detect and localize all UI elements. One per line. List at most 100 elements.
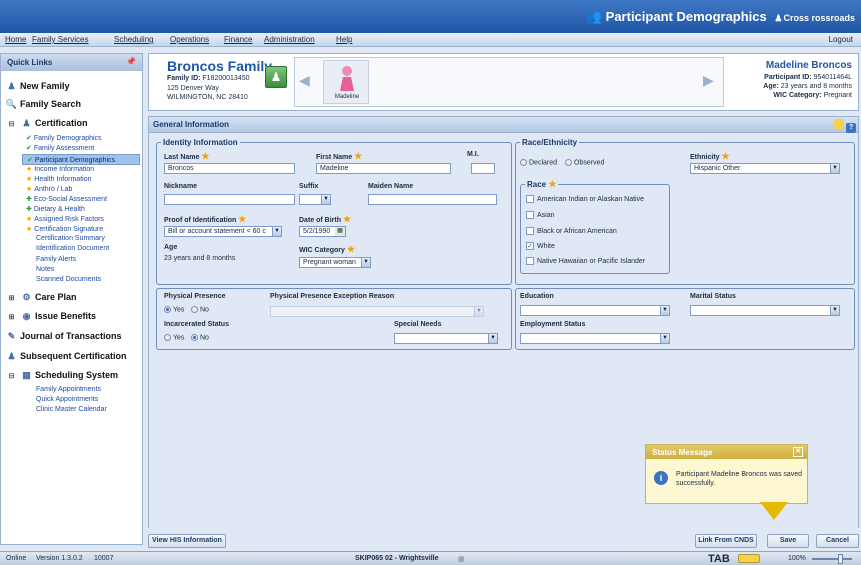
sidebar-item-income-information[interactable]: ★ Income Information — [26, 165, 94, 173]
suffix-select[interactable]: ▼ — [299, 194, 331, 205]
menu-help[interactable]: Help — [336, 35, 352, 44]
sidebar-item-notes[interactable]: Notes — [36, 266, 54, 273]
help-icon[interactable]: ? — [846, 123, 856, 133]
chevron-down-icon[interactable]: ▼ — [660, 306, 669, 315]
declared-radio[interactable]: Declared — [520, 159, 557, 166]
sidebar-item-health-information[interactable]: ★ Health Information — [26, 175, 91, 183]
scroll-left-icon[interactable]: ◀ — [299, 72, 313, 92]
member-card[interactable]: Madeline — [323, 60, 369, 104]
menu-operations[interactable]: Operations — [170, 35, 209, 44]
chevron-down-icon[interactable]: ▼ — [361, 258, 370, 267]
radio-icon — [520, 159, 527, 166]
zoom-slider-handle[interactable] — [838, 554, 843, 564]
issue-benefits-section[interactable]: ⊞ ◉ Issue Benefits — [5, 311, 96, 322]
sidebar-item-dietary-health[interactable]: ✚ Dietary & Health — [26, 205, 85, 213]
chevron-down-icon[interactable]: ▼ — [830, 164, 839, 173]
dob-input[interactable]: 5/2/1990 ▦ — [299, 226, 346, 237]
menu-scheduling[interactable]: Scheduling — [114, 35, 154, 44]
sidebar-item-family-alerts[interactable]: Family Alerts — [36, 256, 76, 263]
sidebar-item-family-demographics[interactable]: ✔ Family Demographics — [26, 134, 102, 142]
menu-administration[interactable]: Administration — [264, 35, 315, 44]
family-search-link[interactable]: 🔍 Family Search — [5, 99, 81, 110]
nickname-input[interactable] — [164, 194, 295, 205]
race-option-white[interactable]: ✓ White — [526, 242, 555, 250]
sidebar-item-clinic-calendar[interactable]: Clinic Master Calendar — [36, 406, 107, 413]
observed-radio[interactable]: Observed — [565, 159, 604, 166]
status-message-popup: Status Message ✕ i Participant Madeline … — [645, 444, 808, 504]
check-icon: ✔ — [26, 145, 32, 152]
pin-icon[interactable]: 📌 — [126, 57, 136, 66]
proof-id-select[interactable]: Bill or account statement < 60 c ▼ — [164, 226, 282, 237]
expand-icon[interactable]: ⊞ — [5, 313, 18, 321]
menu-home[interactable]: Home — [5, 35, 26, 44]
education-select[interactable]: ▼ — [520, 305, 670, 316]
subsequent-cert-link[interactable]: ♟ Subsequent Certification — [5, 351, 126, 362]
status-message-title: Status Message — [652, 448, 713, 457]
race-option-asian[interactable]: Asian — [526, 211, 555, 219]
save-button[interactable]: Save — [767, 534, 809, 548]
special-needs-select[interactable]: ▼ — [394, 333, 498, 344]
sidebar-item-id-document[interactable]: Identification Document — [36, 245, 109, 252]
participant-age: Age: 23 years and 8 months — [763, 83, 852, 90]
scheduling-section[interactable]: ⊟ ▦ Scheduling System — [5, 370, 118, 381]
first-name-input[interactable]: Madeline — [316, 163, 451, 174]
close-icon[interactable]: ✕ — [793, 447, 803, 457]
race-option-label: White — [537, 242, 555, 250]
sidebar-item-quick-appointments[interactable]: Quick Appointments — [36, 396, 98, 403]
race-option-black[interactable]: Black or African American — [526, 227, 617, 235]
family-members-icon[interactable]: ♟ — [265, 66, 287, 88]
keyboard-icon: ▦ — [458, 556, 465, 563]
collapse-icon[interactable]: ⊟ — [5, 120, 18, 128]
sidebar-item-family-assessment[interactable]: ✔ Family Assessment — [26, 144, 94, 152]
menu-finance[interactable]: Finance — [224, 35, 252, 44]
incarcerated-yes-radio[interactable]: Yes — [164, 334, 184, 341]
tab-indicator: TAB — [708, 553, 730, 565]
chevron-down-icon[interactable]: ▼ — [321, 195, 330, 204]
info-icon: i — [654, 471, 668, 485]
chevron-down-icon[interactable]: ▼ — [488, 334, 497, 343]
employment-select[interactable]: ▼ — [520, 333, 670, 344]
cancel-button[interactable]: Cancel — [816, 534, 859, 548]
chevron-down-icon[interactable]: ▼ — [660, 334, 669, 343]
collapse-icon[interactable]: ⊟ — [5, 372, 18, 380]
race-option-label: American Indian or Alaskan Native — [537, 195, 644, 203]
incarcerated-no-radio[interactable]: No — [191, 334, 209, 341]
last-name-input[interactable]: Broncos — [164, 163, 295, 174]
view-his-button[interactable]: View HIS Information — [148, 534, 226, 548]
maiden-name-input[interactable] — [368, 194, 497, 205]
sidebar-item-anthro-lab[interactable]: ★ Anthro / Lab — [26, 185, 72, 193]
sidebar-item-participant-demographics[interactable]: ✔ Participant Demographics — [22, 154, 140, 165]
care-plan-section[interactable]: ⊞ ⚙ Care Plan — [5, 292, 77, 303]
sidebar-item-scanned-documents[interactable]: Scanned Documents — [36, 276, 101, 283]
people-icon: ♟ — [7, 351, 16, 361]
sidebar-item-eco-social[interactable]: ✚ Eco-Social Assessment — [26, 195, 107, 203]
race-option-hawaiian[interactable]: Native Hawaiian or Pacific Islander — [526, 257, 645, 265]
wic-category-select[interactable]: Pregnant woman ▼ — [299, 257, 371, 268]
chevron-down-icon[interactable]: ▼ — [272, 227, 281, 236]
link-cnds-button[interactable]: Link From CNDS — [695, 534, 757, 548]
sidebar-item-family-appointments[interactable]: Family Appointments — [36, 386, 101, 393]
zoom-slider[interactable] — [812, 558, 852, 560]
check-icon: ✔ — [27, 157, 33, 164]
race-option-american-indian[interactable]: American Indian or Alaskan Native — [526, 195, 644, 203]
required-star-icon: ★ — [342, 214, 352, 224]
logout-link[interactable]: Logout — [829, 35, 853, 44]
sidebar-item-cert-summary[interactable]: Certification Summary — [36, 235, 105, 242]
calendar-icon[interactable]: ▦ — [335, 227, 345, 236]
physical-yes-radio[interactable]: Yes — [164, 306, 184, 313]
marital-status-select[interactable]: ▼ — [690, 305, 840, 316]
sidebar-item-cert-signature[interactable]: ★ Certification Signature — [26, 225, 103, 233]
chevron-down-icon[interactable]: ▼ — [830, 306, 839, 315]
sidebar-item-risk-factors[interactable]: ★ Assigned Risk Factors — [26, 215, 104, 223]
mi-input[interactable] — [471, 163, 495, 174]
race-option-label: Native Hawaiian or Pacific Islander — [537, 257, 646, 265]
new-family-link[interactable]: ♟ New Family — [5, 81, 69, 92]
scroll-right-icon[interactable]: ▶ — [703, 72, 717, 92]
journal-link[interactable]: ✎ Journal of Transactions — [5, 331, 122, 342]
ethnicity-select[interactable]: Hispanic Other ▼ — [690, 163, 840, 174]
menu-family-services[interactable]: Family Services — [32, 35, 88, 44]
note-icon[interactable] — [834, 119, 844, 129]
physical-no-radio[interactable]: No — [191, 306, 209, 313]
certification-section[interactable]: ⊟ ♟ Certification — [5, 118, 88, 129]
expand-icon[interactable]: ⊞ — [5, 294, 18, 302]
